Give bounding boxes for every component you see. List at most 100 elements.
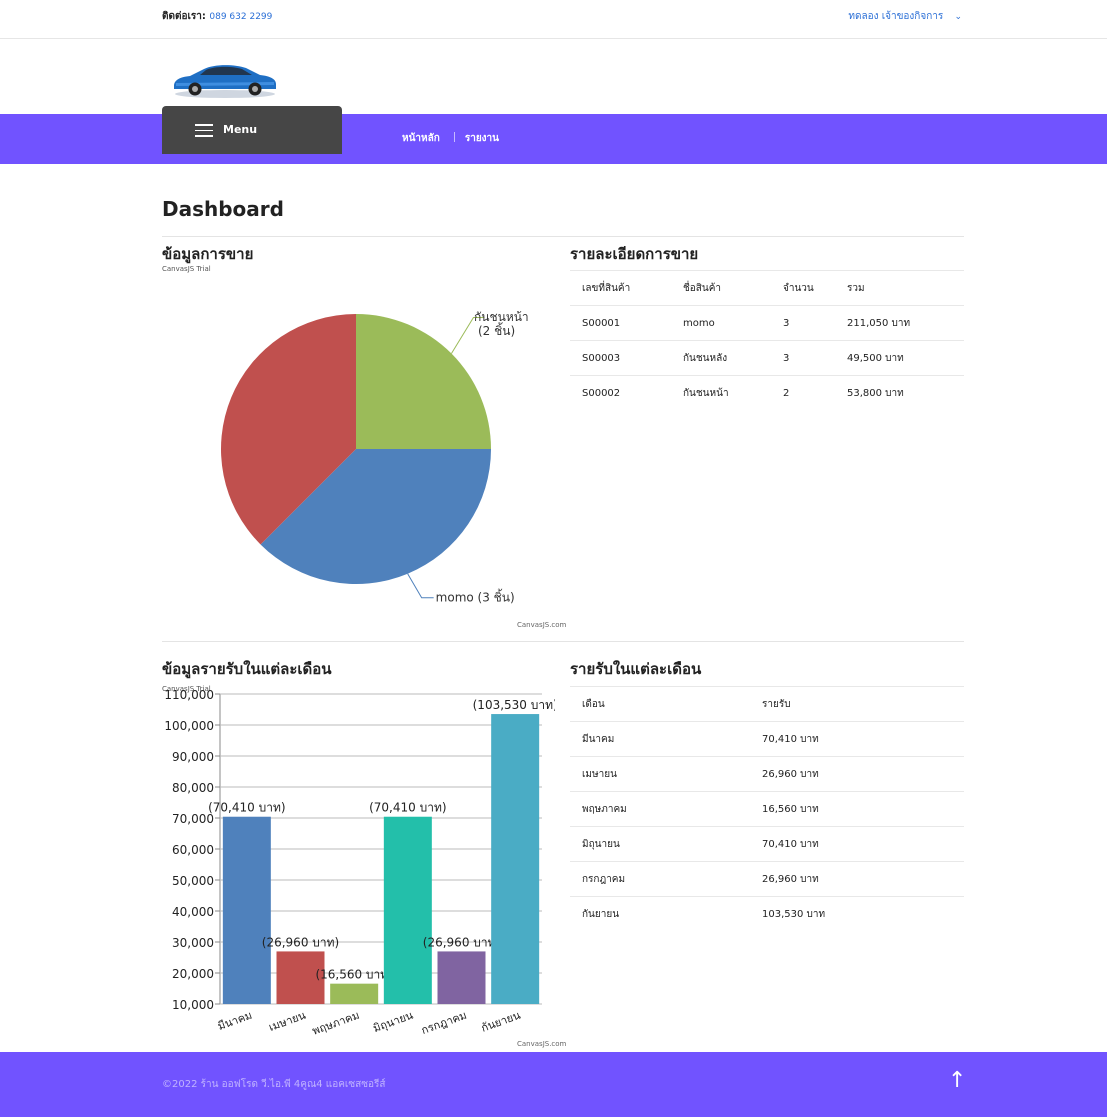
cell: 103,530 บาท	[750, 896, 964, 932]
cell: 53,800 บาท	[835, 375, 964, 411]
table-header-row: เลขที่สินค้า ชื่อสินค้า จำนวน รวม	[570, 270, 964, 306]
bar-data-label: (26,960 บาท)	[262, 935, 339, 949]
y-tick-label: 80,000	[172, 781, 214, 795]
sales-detail-table: เลขที่สินค้า ชื่อสินค้า จำนวน รวม S00001…	[570, 270, 964, 411]
cell: 70,410 บาท	[750, 721, 964, 757]
chart-credit[interactable]: CanvasJS.com	[517, 621, 566, 629]
cell: กรกฎาคม	[570, 861, 750, 897]
bar-data-label: (16,560 บาท)	[315, 968, 392, 982]
pie-label-line	[407, 573, 434, 599]
cell: momo	[671, 305, 771, 341]
y-tick-label: 110,000	[164, 688, 214, 702]
cell: กันชนหลัง	[671, 340, 771, 376]
chart-credit[interactable]: CanvasJS.com	[517, 1040, 566, 1048]
logo-car-image[interactable]	[170, 56, 280, 100]
col-header: จำนวน	[771, 270, 835, 306]
owner-dropdown[interactable]: ทดลอง เจ้าของกิจการ ⌄	[848, 9, 962, 24]
pie-label: (2 ชิ้น)	[478, 322, 515, 338]
pie-slice	[356, 314, 491, 449]
y-tick-label: 60,000	[172, 843, 214, 857]
page-title: Dashboard	[162, 197, 284, 221]
pie-label: กันชนหน้า	[474, 310, 529, 324]
table-row: พฤษภาคม 16,560 บาท	[570, 791, 964, 827]
table-row: เมษายน 26,960 บาท	[570, 756, 964, 792]
nav-link-home[interactable]: หน้าหลัก	[402, 133, 440, 144]
bar-data-label: (70,410 บาท)	[369, 801, 446, 815]
cell: 49,500 บาท	[835, 340, 964, 376]
top-bar: ติดต่อเรา: 089 632 2299 ทดลอง เจ้าของกิจ…	[0, 0, 1107, 39]
cell: เมษายน	[570, 756, 750, 792]
y-tick-label: 90,000	[172, 750, 214, 764]
table-row: กรกฎาคม 26,960 บาท	[570, 861, 964, 897]
divider	[162, 236, 964, 237]
bar	[491, 714, 540, 1004]
y-tick-label: 100,000	[164, 719, 214, 733]
cell: 26,960 บาท	[750, 861, 964, 897]
back-to-top-arrow-icon[interactable]: ↑	[948, 1068, 966, 1093]
pie-label: momo (3 ชิ้น)	[436, 589, 515, 605]
contact-label: ติดต่อเรา:	[162, 11, 206, 22]
cell: กันชนหน้า	[671, 375, 771, 411]
cell: S00001	[570, 305, 671, 341]
x-tick-label: กรกฎาคม	[420, 1009, 469, 1037]
bar	[437, 951, 486, 1004]
nav-links: หน้าหลัก รายงาน	[402, 131, 499, 146]
cell: 211,050 บาท	[835, 305, 964, 341]
cell: 3	[771, 340, 835, 376]
table-row: มิถุนายน 70,410 บาท	[570, 826, 964, 862]
y-tick-label: 30,000	[172, 936, 214, 950]
contact-info: ติดต่อเรา: 089 632 2299	[162, 9, 272, 24]
income-bar-chart[interactable]: 10,00020,00030,00040,00050,00060,00070,0…	[150, 684, 555, 1048]
cell: 70,410 บาท	[750, 826, 964, 862]
divider	[162, 641, 964, 642]
table-header-row: เดือน รายรับ	[570, 686, 964, 722]
x-tick-label: พฤษภาคม	[311, 1009, 362, 1038]
bar	[222, 816, 271, 1004]
y-tick-label: 20,000	[172, 967, 214, 981]
col-header: เลขที่สินค้า	[570, 270, 671, 306]
bar	[383, 816, 432, 1004]
menu-button[interactable]: Menu	[162, 106, 342, 154]
bar-data-label: (70,410 บาท)	[208, 801, 285, 815]
x-tick-label: มิถุนายน	[371, 1008, 415, 1035]
nav-separator	[453, 132, 455, 142]
sales-pie-chart[interactable]: กันชนหน้า(2 ชิ้น) momo (3 ชิ้น)	[162, 272, 555, 632]
menu-label: Menu	[223, 123, 258, 136]
income-chart-title: ข้อมูลรายรับในแต่ละเดือน	[162, 660, 332, 678]
y-tick-label: 10,000	[172, 998, 214, 1012]
bar-data-label: (26,960 บาท)	[423, 935, 500, 949]
y-tick-label: 40,000	[172, 905, 214, 919]
cell: กันยายน	[570, 896, 750, 932]
nav-link-report[interactable]: รายงาน	[465, 133, 499, 144]
col-header: รายรับ	[750, 686, 964, 722]
table-row: กันยายน 103,530 บาท	[570, 896, 964, 932]
cell: 3	[771, 305, 835, 341]
col-header: ชื่อสินค้า	[671, 270, 771, 306]
cell: S00003	[570, 340, 671, 376]
copyright-text: ©2022 ร้าน ออฟโรด วี.ไอ.พี 4คูณ4 แอคเซสซ…	[162, 1079, 386, 1090]
col-header: รวม	[835, 270, 964, 306]
sales-chart-title: ข้อมูลการขาย	[162, 245, 254, 263]
x-tick-label: กันยายน	[479, 1008, 522, 1034]
chevron-down-icon: ⌄	[954, 12, 962, 22]
owner-link-label: ทดลอง เจ้าของกิจการ	[848, 11, 944, 22]
cell: มีนาคม	[570, 721, 750, 757]
y-tick-label: 50,000	[172, 874, 214, 888]
cell: พฤษภาคม	[570, 791, 750, 827]
income-table: เดือน รายรับ มีนาคม 70,410 บาท เมษายน 26,9…	[570, 686, 964, 932]
x-tick-label: มีนาคม	[216, 1009, 254, 1033]
x-tick-label: เมษายน	[267, 1008, 308, 1034]
cell: 16,560 บาท	[750, 791, 964, 827]
table-row: S00003 กันชนหลัง 3 49,500 บาท	[570, 340, 964, 376]
footer: ©2022 ร้าน ออฟโรด วี.ไอ.พี 4คูณ4 แอคเซสซ…	[0, 1052, 1107, 1117]
bar	[330, 983, 379, 1004]
table-row: มีนาคม 70,410 บาท	[570, 721, 964, 757]
table-row: S00002 กันชนหน้า 2 53,800 บาท	[570, 375, 964, 411]
bar-data-label: (103,530 บาท)	[473, 698, 555, 712]
cell: 26,960 บาท	[750, 756, 964, 792]
sales-detail-title: รายละเอียดการขาย	[570, 245, 699, 263]
col-header: เดือน	[570, 686, 750, 722]
phone-link[interactable]: 089 632 2299	[209, 12, 272, 22]
table-row: S00001 momo 3 211,050 บาท	[570, 305, 964, 341]
cell: S00002	[570, 375, 671, 411]
